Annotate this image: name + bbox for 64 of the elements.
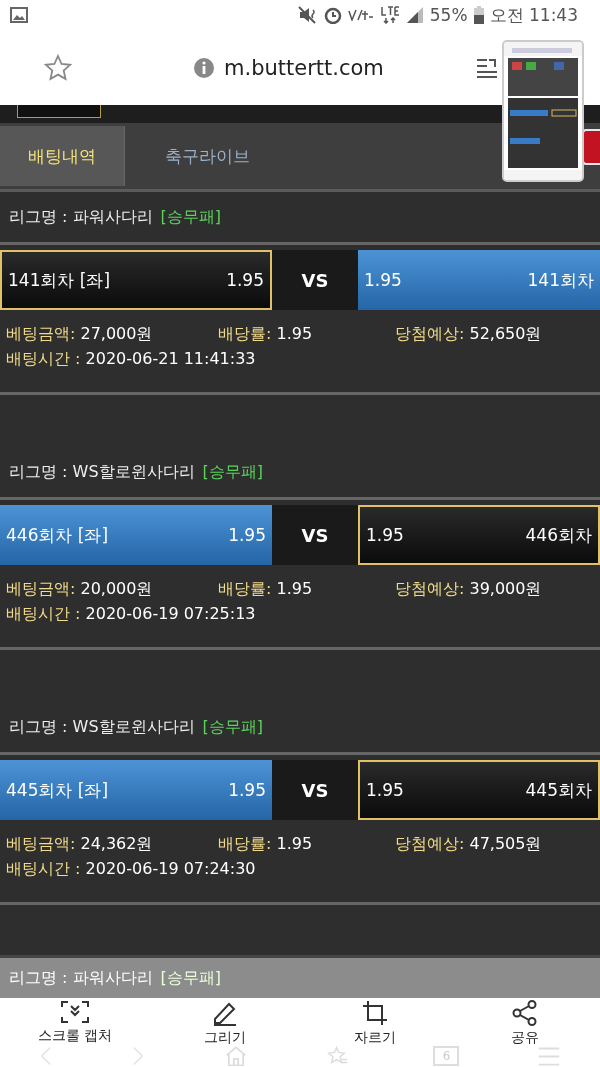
round-label: 445회차 bbox=[525, 778, 592, 802]
bet-option[interactable]: 1.95 446회차 bbox=[358, 505, 600, 565]
tab[interactable]: 배팅내역 bbox=[0, 126, 125, 186]
bet-time: 배팅시간 : 2020-06-19 07:24:30 bbox=[6, 859, 256, 880]
bet-time: 배팅시간 : 2020-06-19 07:25:13 bbox=[6, 604, 256, 625]
star-icon[interactable] bbox=[44, 53, 72, 82]
round-label: 141회차 [좌] bbox=[8, 268, 111, 292]
round-label: 445회차 [좌] bbox=[6, 778, 109, 802]
battery-icon bbox=[473, 6, 484, 24]
vs-label: VS bbox=[300, 268, 330, 293]
reader-mode-icon[interactable] bbox=[476, 56, 498, 79]
bet-option[interactable]: 1.95 141회차 bbox=[358, 250, 600, 310]
expected-win: 당첨예상: 39,000원 bbox=[395, 579, 542, 600]
bet-type: [승무패] bbox=[202, 716, 264, 738]
capture-tool[interactable]: 그리기 bbox=[150, 1000, 300, 1047]
odds: 1.95 bbox=[366, 525, 404, 545]
bet-amount: 베팅금액: 27,000원 bbox=[6, 324, 154, 345]
lte-icon bbox=[379, 6, 400, 24]
battery-level: 55% bbox=[429, 5, 468, 25]
odds-rate: 배당률: 1.95 bbox=[218, 834, 314, 855]
mute-icon bbox=[297, 6, 318, 24]
image-icon bbox=[10, 7, 28, 23]
expected-win: 당첨예상: 52,650원 bbox=[395, 324, 542, 345]
bet-option[interactable]: 141회차 [좌] 1.95 bbox=[0, 250, 272, 310]
crop-icon bbox=[362, 1000, 388, 1026]
odds-rate: 배당률: 1.95 bbox=[218, 324, 314, 345]
bet-amount: 베팅금액: 20,000원 bbox=[6, 579, 154, 600]
bet-type: [승무패] bbox=[202, 461, 264, 483]
signal-icon bbox=[405, 6, 424, 24]
round-label: 446회차 [좌] bbox=[6, 523, 109, 547]
scroll-capture-icon bbox=[60, 1000, 90, 1024]
odds: 1.95 bbox=[366, 780, 404, 800]
round-label: 141회차 bbox=[527, 268, 594, 292]
odds: 1.95 bbox=[228, 780, 266, 800]
bet-type: [승무패] bbox=[160, 967, 222, 989]
pencil-icon bbox=[211, 1000, 239, 1026]
bet-time: 배팅시간 : 2020-06-21 11:41:33 bbox=[6, 349, 256, 370]
info-icon[interactable] bbox=[194, 57, 214, 78]
bet-option[interactable]: 1.95 445회차 bbox=[358, 760, 600, 820]
bet-option[interactable]: 446회차 [좌] 1.95 bbox=[0, 505, 272, 565]
url-text[interactable]: m.buttertt.com bbox=[224, 55, 384, 80]
odds: 1.95 bbox=[226, 270, 264, 290]
vs-label: VS bbox=[300, 778, 330, 803]
vs-label: VS bbox=[300, 523, 330, 548]
tab[interactable]: 축구라이브 bbox=[125, 123, 290, 189]
odds: 1.95 bbox=[228, 525, 266, 545]
expected-win: 당첨예상: 47,505원 bbox=[395, 834, 542, 855]
bet-option[interactable]: 445회차 [좌] 1.95 bbox=[0, 760, 272, 820]
league-name: 리그명 : 파워사다리 bbox=[9, 967, 153, 989]
capture-tool[interactable]: 스크롤 캡처 bbox=[0, 1000, 150, 1047]
league-name: 리그명 : 파워사다리 bbox=[9, 206, 153, 228]
capture-tool[interactable]: 공유 bbox=[450, 1000, 600, 1047]
alarm-icon bbox=[323, 6, 342, 24]
league-name: 리그명 : WS할로윈사다리 bbox=[9, 461, 195, 483]
capture-tool[interactable]: 자르기 bbox=[300, 1000, 450, 1047]
volte-icon bbox=[347, 9, 374, 21]
odds: 1.95 bbox=[364, 270, 402, 290]
clock: 오전 11:43 bbox=[489, 3, 578, 27]
bet-amount: 베팅금액: 24,362원 bbox=[6, 834, 154, 855]
round-label: 446회차 bbox=[525, 523, 592, 547]
share-icon bbox=[512, 1000, 538, 1026]
bet-type: [승무패] bbox=[160, 206, 222, 228]
odds-rate: 배당률: 1.95 bbox=[218, 579, 314, 600]
league-name: 리그명 : WS할로윈사다리 bbox=[9, 716, 195, 738]
